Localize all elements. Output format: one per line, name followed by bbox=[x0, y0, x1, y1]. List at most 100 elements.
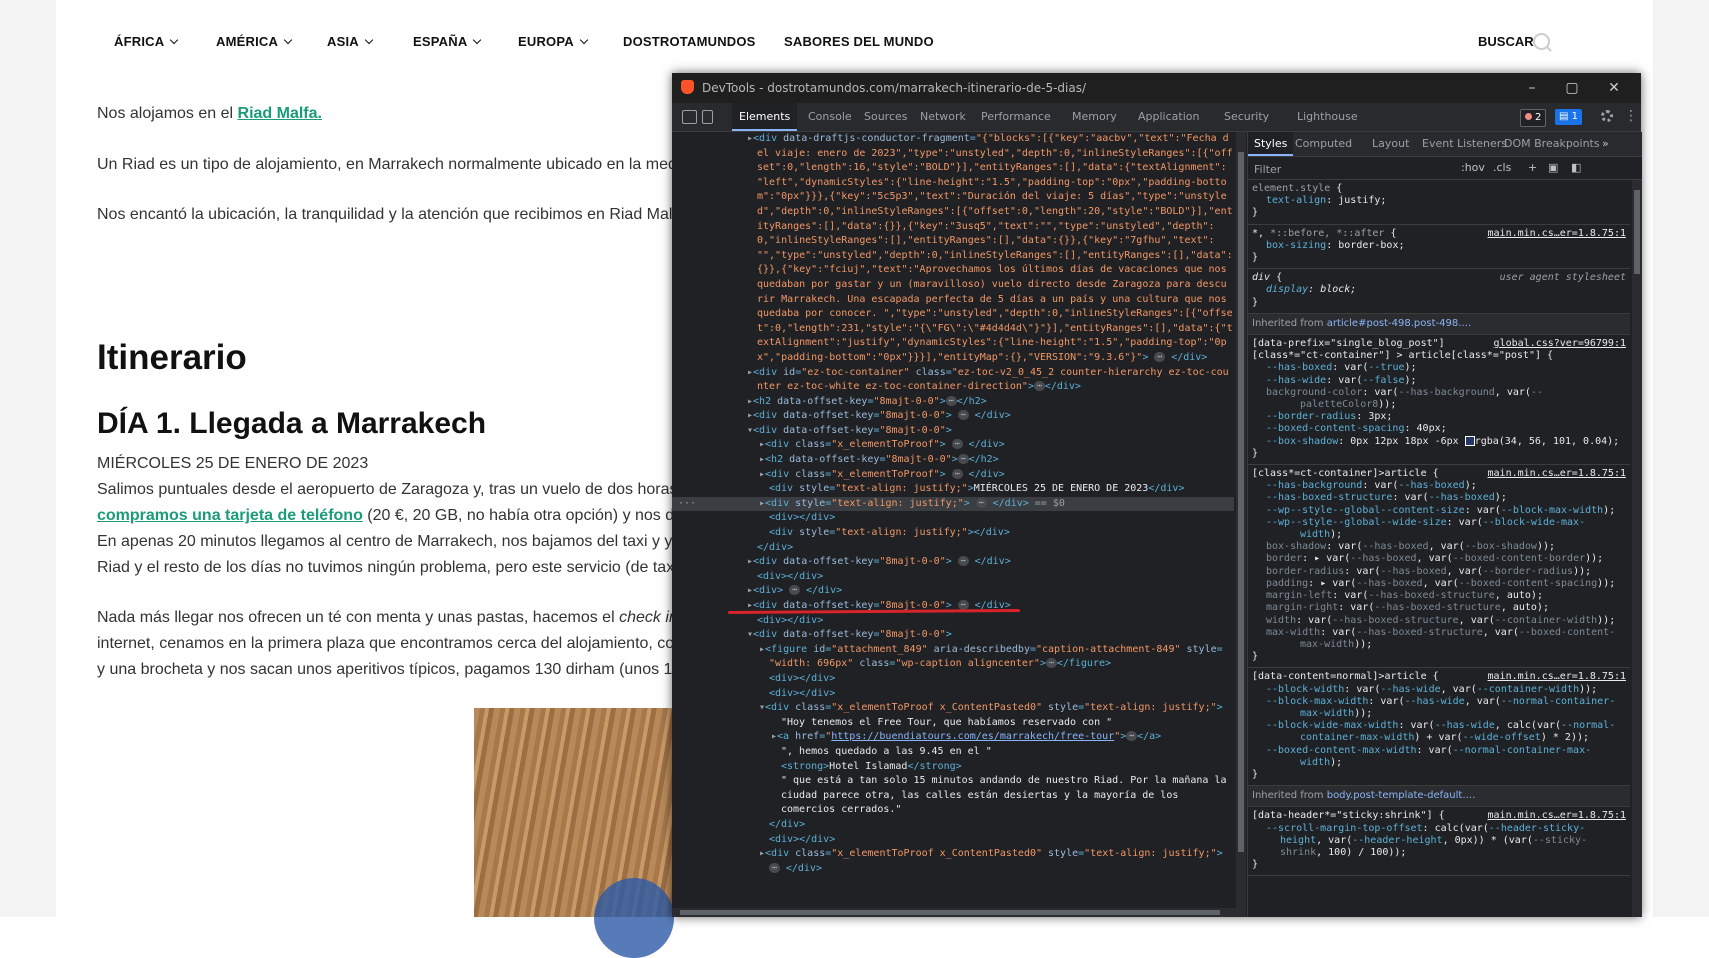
search-icon[interactable] bbox=[1533, 33, 1550, 50]
dom-node-text: d","depth":0,"inlineStyleRanges":[{"offs… bbox=[757, 205, 1233, 217]
tab-performance[interactable]: Performance bbox=[981, 103, 1051, 131]
dom-node[interactable]: <div></div> bbox=[672, 614, 1234, 629]
style-rule[interactable]: [data-prefix="single_blog_post"] global.… bbox=[1248, 335, 1630, 466]
dom-node-text: ityRanges":[],"data":{}},{"key":"3usq5",… bbox=[757, 220, 1215, 232]
dom-node[interactable]: ▸<div id="ez-toc-container" class="ez-to… bbox=[672, 366, 1234, 381]
style-rule[interactable]: [data-content=normal]>article { main.min… bbox=[1248, 668, 1630, 787]
stylesheet-link[interactable]: main.min.cs…er=1.8.75:1 bbox=[1488, 468, 1626, 480]
nav-item-dostrotamundos[interactable]: DOSTROTAMUNDOS bbox=[623, 34, 756, 49]
stylesheet-link[interactable]: main.min.cs…er=1.8.75:1 bbox=[1488, 228, 1626, 240]
minimize-icon[interactable]: – bbox=[1522, 78, 1542, 98]
tab-styles[interactable]: Styles bbox=[1248, 132, 1294, 156]
dom-node[interactable]: ▾<div data-offset-key="8majt-0-0"> bbox=[672, 424, 1234, 439]
dom-node[interactable]: ▾<div data-offset-key="8majt-0-0"> bbox=[672, 628, 1234, 643]
dom-node[interactable]: <div></div> bbox=[672, 570, 1234, 585]
dom-node[interactable]: ▸<div data-offset-key="8majt-0-0"> ⋯ </d… bbox=[672, 409, 1234, 424]
error-count-badge[interactable]: 2 bbox=[1520, 109, 1547, 127]
dom-node-text: "","type":"unstyled","depth":0,"inlineSt… bbox=[757, 249, 1233, 261]
add-rule-icon[interactable]: + bbox=[1528, 161, 1537, 174]
dom-node[interactable]: ▸<div class="x_elementToProof"> ⋯ </div> bbox=[672, 468, 1234, 483]
stylesheet-link[interactable]: main.min.cs…er=1.8.75:1 bbox=[1488, 810, 1626, 822]
main-navigation: ÁFRICA AMÉRICA ASIA ESPAÑA EUROPA DOSTRO… bbox=[0, 0, 1709, 84]
dom-node[interactable]: <strong>Hotel Islamad</strong> bbox=[672, 760, 1234, 775]
tab-layout[interactable]: Layout bbox=[1372, 132, 1409, 156]
dom-node[interactable]: <div style="text-align: justify;">MIÉRCO… bbox=[672, 482, 1234, 497]
dom-node[interactable]: ▸<div> ⋯ </div> bbox=[672, 584, 1234, 599]
search-label[interactable]: BUSCAR bbox=[1478, 34, 1534, 49]
style-rule[interactable]: *, *::before, *::after { main.min.cs…er=… bbox=[1248, 225, 1630, 270]
nav-item-africa[interactable]: ÁFRICA bbox=[114, 34, 179, 49]
styles-filter-input[interactable] bbox=[1252, 160, 1456, 178]
dom-node[interactable]: <div></div> bbox=[672, 511, 1234, 526]
hover-state-toggle[interactable]: :hov bbox=[1461, 161, 1485, 174]
nav-item-asia[interactable]: ASIA bbox=[327, 34, 374, 49]
gear-icon[interactable] bbox=[1601, 110, 1613, 122]
dom-node[interactable]: <div></div> bbox=[672, 672, 1234, 687]
tab-application[interactable]: Application bbox=[1138, 103, 1199, 131]
tab-computed[interactable]: Computed bbox=[1295, 132, 1352, 156]
stylesheet-link[interactable]: global.css?ver=96799:1 bbox=[1494, 338, 1626, 350]
link-period[interactable]: . bbox=[318, 105, 322, 122]
dom-node-selected[interactable]: ··· ▸<div style="text-align: justify;"> ⋯… bbox=[672, 496, 1234, 512]
elements-hscrollbar-thumb[interactable] bbox=[680, 910, 1220, 915]
dom-node[interactable]: ▸<a href="https://buendiatours.com/es/ma… bbox=[672, 730, 1234, 745]
dom-node[interactable]: ▸<h2 data-offset-key="8majt-0-0"> ⋯ </h2> bbox=[672, 395, 1234, 410]
tab-network[interactable]: Network bbox=[920, 103, 966, 131]
text: Nada más llegar nos ofrecen un té con me… bbox=[97, 609, 620, 626]
riad-malfa-link[interactable]: Riad Malfa bbox=[238, 105, 318, 122]
style-rule[interactable]: element.style { text-align: justify; } bbox=[1248, 180, 1630, 225]
tab-elements[interactable]: Elements bbox=[732, 103, 798, 131]
devtools-title: DevTools - dostrotamundos.com/marrakech-… bbox=[702, 81, 1087, 95]
tab-console[interactable]: Console bbox=[808, 103, 852, 131]
dom-node-text: {}},{"key":"fciuj","text":"Aprovechamos … bbox=[757, 264, 1227, 276]
dom-node[interactable]: <div></div> bbox=[672, 687, 1234, 702]
styles-scrollbar-thumb[interactable] bbox=[1634, 190, 1640, 274]
tab-event-listeners[interactable]: Event Listeners bbox=[1422, 132, 1507, 156]
elements-scrollbar-thumb[interactable] bbox=[1238, 152, 1244, 852]
nav-item-america[interactable]: AMÉRICA bbox=[216, 34, 293, 49]
device-toolbar-icon[interactable] bbox=[702, 110, 713, 124]
text: Nos alojamos en el bbox=[97, 105, 238, 122]
more-tabs-icon[interactable]: » bbox=[1602, 132, 1609, 156]
close-icon[interactable]: ✕ bbox=[1604, 78, 1624, 98]
nav-item-sabores[interactable]: SABORES DEL MUNDO bbox=[784, 34, 934, 49]
more-vertical-icon[interactable]: ⋮ bbox=[1624, 109, 1638, 123]
text-line-3: En apenas 20 minutos llegamos al centro … bbox=[97, 533, 682, 550]
style-rule[interactable]: [data-header*="sticky:shrink"] { main.mi… bbox=[1248, 807, 1630, 877]
style-rule[interactable]: [class*=ct-container]>article { main.min… bbox=[1248, 465, 1630, 669]
dom-node-text: ", hemos quedado a las 9.45 en el " bbox=[781, 745, 992, 757]
dom-node[interactable]: ▸<div data-draftjs-conductor-fragment="{… bbox=[672, 132, 1234, 147]
nav-item-espana[interactable]: ESPAÑA bbox=[413, 34, 482, 49]
dom-node[interactable]: <div style="text-align: justify;"></div> bbox=[672, 526, 1234, 541]
devtools-titlebar: DevTools - dostrotamundos.com/marrakech-… bbox=[672, 73, 1641, 103]
inspect-element-icon[interactable] bbox=[682, 110, 697, 124]
dom-node[interactable]: ⋯ </div> bbox=[672, 862, 1234, 877]
maximize-icon[interactable]: ▢ bbox=[1562, 78, 1582, 98]
tab-memory[interactable]: Memory bbox=[1072, 103, 1117, 131]
styles-scrollbar[interactable] bbox=[1632, 180, 1642, 917]
nav-item-europa[interactable]: EUROPA bbox=[518, 34, 589, 49]
dom-node[interactable]: ▾<div class="x_elementToProof x_ContentP… bbox=[672, 701, 1234, 716]
computed-sidebar-icon[interactable]: ◧ bbox=[1571, 161, 1581, 174]
paint-icon[interactable]: ▣ bbox=[1548, 161, 1558, 174]
nav-label: EUROPA bbox=[518, 34, 574, 49]
dom-node[interactable]: ▸<div class="x_elementToProof x_ContentP… bbox=[672, 847, 1234, 862]
text-line-4: Riad y el resto de los días no tuvimos n… bbox=[97, 559, 678, 576]
dom-node[interactable]: ▸<figure id="attachment_849" aria-descri… bbox=[672, 643, 1234, 658]
dom-node[interactable]: ▸<div data-offset-key="8majt-0-0"> ⋯ </d… bbox=[672, 555, 1234, 570]
elements-panel[interactable]: ▸<div data-draftjs-conductor-fragment="{… bbox=[672, 132, 1246, 917]
dom-node-text: " que está a tan solo 15 minutos andando… bbox=[781, 775, 1227, 787]
dom-node[interactable]: <div></div> bbox=[672, 833, 1234, 848]
tab-lighthouse[interactable]: Lighthouse bbox=[1297, 103, 1358, 131]
tab-dom-breakpoints[interactable]: DOM Breakpoints bbox=[1504, 132, 1600, 156]
stylesheet-link[interactable]: main.min.cs…er=1.8.75:1 bbox=[1488, 671, 1626, 683]
text-line-5: Nada más llegar nos ofrecen un té con me… bbox=[97, 609, 682, 627]
dom-node[interactable]: ▸<h2 data-offset-key="8majt-0-0"> ⋯ </h2> bbox=[672, 453, 1234, 468]
phone-card-link[interactable]: compramos una tarjeta de teléfono bbox=[97, 507, 363, 524]
tab-sources[interactable]: Sources bbox=[864, 103, 908, 131]
message-count: 1 bbox=[1571, 111, 1579, 122]
dom-node[interactable]: ▸<div class="x_elementToProof"> ⋯ </div> bbox=[672, 438, 1234, 453]
message-count-badge[interactable]: ▤ 1 bbox=[1555, 109, 1583, 125]
class-toggle[interactable]: .cls bbox=[1493, 161, 1511, 174]
tab-security[interactable]: Security bbox=[1224, 103, 1269, 131]
